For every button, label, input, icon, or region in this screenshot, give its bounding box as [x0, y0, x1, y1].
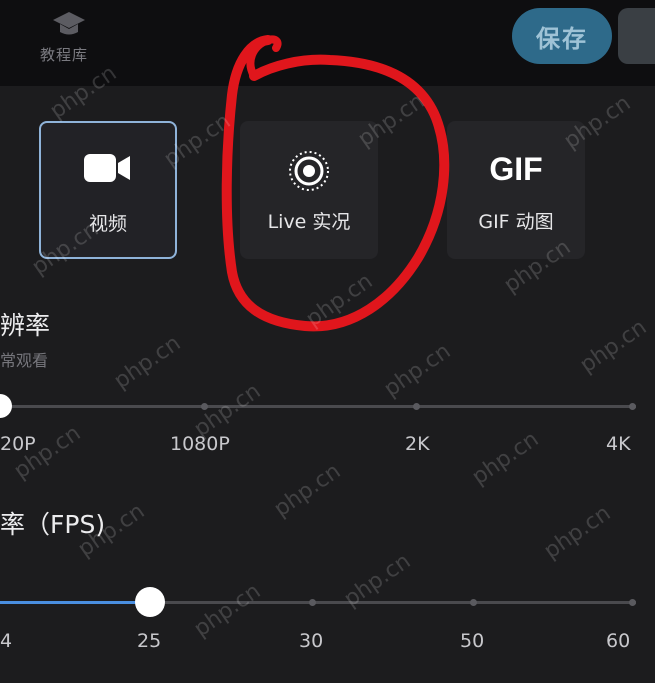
mode-card-live[interactable]: Live 实况: [240, 121, 378, 259]
more-button[interactable]: [618, 8, 655, 64]
live-photo-icon: [289, 151, 329, 191]
resolution-track[interactable]: [0, 405, 636, 408]
watermark: php.cn: [301, 268, 378, 333]
resolution-thumb[interactable]: [0, 394, 12, 418]
frame-rate-tick[interactable]: [309, 599, 316, 606]
mode-label-live: Live 实况: [267, 211, 351, 233]
resolution-tick[interactable]: [413, 403, 420, 410]
video-camera-icon: [84, 154, 130, 182]
frame-rate-tick[interactable]: [629, 599, 636, 606]
frame-rate-thumb[interactable]: [135, 587, 165, 617]
watermark: php.cn: [467, 426, 544, 491]
watermark: php.cn: [269, 458, 346, 523]
watermark: php.cn: [189, 578, 266, 643]
watermark: php.cn: [575, 314, 652, 379]
frame-rate-tick-label: 25: [137, 630, 162, 652]
frame-rate-tick-label: 50: [460, 630, 485, 652]
logo: 教程库: [30, 8, 110, 68]
gif-icon: GIF: [489, 151, 543, 187]
red-annotation-circle: [221, 35, 450, 332]
save-button[interactable]: 保存: [512, 8, 612, 64]
watermark: php.cn: [109, 330, 186, 395]
resolution-tick[interactable]: [629, 403, 636, 410]
frame-rate-track-fill: [0, 601, 150, 604]
mode-label-video: 视频: [88, 213, 127, 235]
watermark: php.cn: [379, 338, 456, 403]
watermark: php.cn: [539, 500, 616, 565]
frame-rate-tick-label: 60: [606, 630, 631, 652]
frame-rate-tick[interactable]: [470, 599, 477, 606]
resolution-subtitle: 常观看: [0, 351, 49, 370]
resolution-title: 辨率: [0, 311, 51, 340]
frame-rate-tick-label: 30: [299, 630, 324, 652]
graduation-cap-icon: [53, 12, 85, 35]
mode-label-gif: GIF 动图: [478, 211, 554, 233]
resolution-tick-label: 2K: [405, 433, 430, 455]
frame-rate-tick-label: 4: [0, 630, 13, 652]
resolution-tick-label: 4K: [606, 433, 631, 455]
logo-text: 教程库: [40, 46, 89, 64]
